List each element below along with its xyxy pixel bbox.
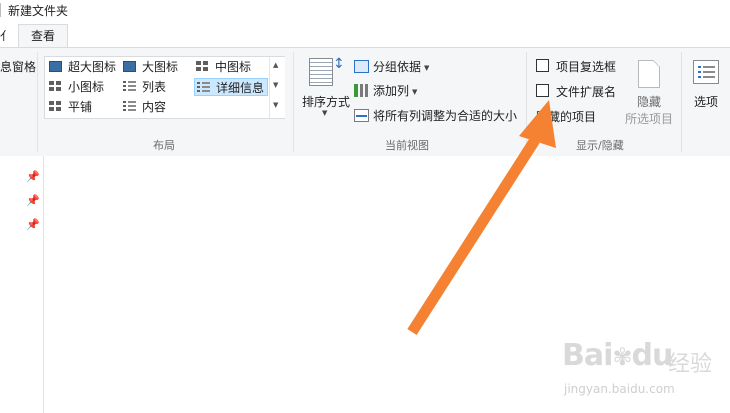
group-separator	[37, 52, 38, 152]
large-icons-icon	[123, 61, 136, 72]
group-label-current-view: 当前视图	[385, 139, 429, 152]
checkbox[interactable]	[536, 84, 549, 97]
sort-by-button[interactable]: ↕ 排序方式 ▼	[300, 56, 350, 117]
layout-details[interactable]: 详细信息	[194, 78, 269, 96]
layout-gallery: 超大图标 大图标 中图标 小图标 列表 详细信息 平铺 内容 ▲ ▼ ▼	[44, 56, 285, 119]
details-pane-button[interactable]: 息窗格	[0, 58, 36, 76]
add-columns-button[interactable]: 添加列 ▼	[354, 82, 417, 100]
fit-columns-label: 将所有列调整为合适的大小	[373, 109, 518, 123]
chevron-down-icon: ▼	[412, 88, 418, 96]
checkbox[interactable]	[536, 59, 549, 72]
layout-item-label: 列表	[142, 80, 167, 94]
layout-item-label: 小图标	[68, 80, 105, 94]
paw-icon: ✾	[612, 343, 632, 371]
file-extensions-label: 文件扩展名	[556, 85, 617, 99]
file-extensions-toggle[interactable]: 文件扩展名	[536, 83, 616, 101]
add-columns-icon	[354, 84, 369, 97]
selected-items-label: 所选项目	[624, 112, 673, 126]
pin-icon[interactable]: 📌	[26, 170, 40, 183]
tiles-icon	[49, 101, 62, 112]
document-icon	[638, 60, 660, 88]
fit-columns-icon	[354, 109, 369, 122]
fit-columns-button[interactable]: 将所有列调整为合适的大小	[354, 107, 517, 125]
options-button[interactable]: 选项	[688, 56, 724, 116]
group-separator	[526, 52, 527, 152]
navigation-pane-divider[interactable]	[43, 156, 44, 413]
pin-icon[interactable]: 📌	[26, 194, 40, 207]
layout-tiles[interactable]: 平铺	[49, 98, 92, 116]
layout-content[interactable]: 内容	[123, 98, 166, 116]
tab-share-partial[interactable]: 亻	[0, 27, 12, 44]
layout-extra-large-icons[interactable]: 超大图标	[49, 58, 116, 76]
small-icons-icon	[49, 81, 62, 92]
layout-item-label: 内容	[142, 100, 167, 114]
gallery-scrollbar[interactable]: ▲ ▼ ▼	[269, 57, 285, 118]
sort-arrow-icon: ↕	[333, 56, 345, 72]
layout-item-label: 超大图标	[68, 60, 117, 74]
hide-label: 隐藏	[636, 95, 661, 109]
watermark-logo: Bai✾du	[562, 338, 674, 373]
group-separator	[293, 52, 294, 152]
layout-item-label: 详细信息	[216, 81, 265, 95]
group-by-button[interactable]: 分组依据 ▼	[354, 58, 429, 76]
chevron-down-icon: ▼	[424, 64, 430, 72]
details-icon	[197, 82, 210, 93]
watermark-logo-text: Bai	[562, 338, 613, 373]
medium-icons-icon	[196, 61, 209, 72]
sort-by-label: 排序方式	[301, 95, 350, 109]
window-title: 新建文件夹	[8, 4, 69, 18]
layout-medium-icons[interactable]: 中图标	[196, 58, 251, 76]
list-icon	[123, 81, 136, 92]
hide-selected-items-button[interactable]: 隐藏 所选项目	[620, 56, 678, 126]
item-checkboxes-label: 项目复选框	[556, 60, 617, 74]
ribbon-tabs: 亻 查看	[0, 22, 730, 48]
layout-item-label: 中图标	[215, 60, 252, 74]
tab-view[interactable]: 查看	[18, 24, 68, 48]
scroll-down-icon[interactable]: ▼	[273, 81, 278, 89]
group-by-label: 分组依据	[373, 60, 422, 74]
pin-icon[interactable]: 📌	[26, 218, 40, 231]
layout-small-icons[interactable]: 小图标	[49, 78, 104, 96]
expand-gallery-icon[interactable]: ▼	[273, 101, 278, 109]
layout-item-label: 平铺	[68, 100, 93, 114]
chevron-down-icon: ▼	[322, 109, 328, 117]
content-icon	[123, 101, 136, 112]
layout-item-label: 大图标	[142, 60, 179, 74]
group-by-icon	[354, 60, 369, 73]
group-label-show-hide: 显示/隐藏	[576, 139, 624, 152]
layout-large-icons[interactable]: 大图标	[123, 58, 178, 76]
baidu-watermark: Bai✾du 经验 jingyan.baidu.com	[562, 338, 722, 408]
hidden-items-label: 隐藏的项目	[536, 110, 597, 124]
group-label-layout: 布局	[153, 139, 175, 152]
title-separator	[0, 3, 1, 17]
scroll-up-icon[interactable]: ▲	[273, 61, 278, 69]
watermark-logo-tail: du	[631, 338, 674, 373]
watermark-url: jingyan.baidu.com	[564, 382, 675, 396]
hidden-items-toggle[interactable]: 隐藏的项目	[536, 108, 596, 126]
sort-by-icon	[309, 58, 333, 86]
watermark-suffix: 经验	[668, 352, 713, 377]
options-icon	[693, 60, 719, 84]
options-label: 选项	[693, 95, 718, 109]
item-checkboxes-toggle[interactable]: 项目复选框	[536, 58, 616, 76]
layout-list[interactable]: 列表	[123, 78, 166, 96]
title-bar: 新建文件夹	[0, 0, 730, 22]
extra-large-icons-icon	[49, 61, 62, 72]
group-separator	[681, 52, 682, 152]
add-columns-label: 添加列	[373, 84, 410, 98]
ribbon-view-panel: 息窗格 超大图标 大图标 中图标 小图标 列表 详细信息 平铺 内容 ▲ ▼ ▼…	[0, 47, 730, 157]
